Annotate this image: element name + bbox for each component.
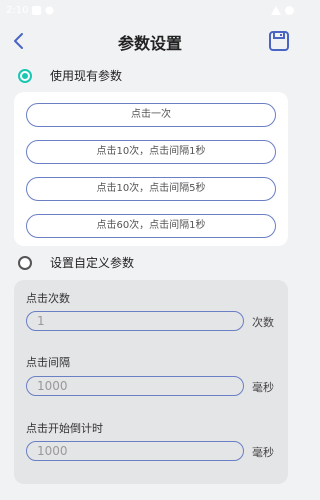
wifi-icon	[271, 5, 281, 15]
preset-button-4[interactable]: 点击60次，点击间隔1秒	[26, 214, 276, 238]
countdown-input[interactable]: 1000	[26, 441, 244, 461]
battery-icon	[285, 5, 294, 15]
click-interval-input[interactable]: 1000	[26, 376, 244, 396]
click-interval-unit: 毫秒	[252, 381, 274, 394]
preset-option[interactable]: 使用现有参数	[18, 67, 122, 84]
custom-radio[interactable]	[18, 255, 32, 270]
status-time: 2:10	[6, 4, 29, 16]
settings-status-icon	[45, 6, 54, 14]
click-count-label: 点击次数	[26, 292, 70, 305]
countdown-unit: 毫秒	[252, 446, 274, 459]
save-button[interactable]	[268, 30, 290, 52]
app-header: 参数设置	[0, 26, 300, 56]
save-icon	[269, 31, 289, 51]
page-title: 参数设置	[117, 34, 182, 53]
custom-option-label: 设置自定义参数	[50, 256, 135, 270]
preset-button-2[interactable]: 点击10次，点击间隔1秒	[26, 140, 276, 164]
preset-option-label: 使用现有参数	[50, 69, 123, 83]
notification-icon	[32, 5, 42, 15]
click-interval-label: 点击间隔	[26, 356, 70, 369]
preset-button-1[interactable]: 点击一次	[26, 103, 276, 127]
status-left: 2:10	[6, 5, 54, 16]
countdown-label: 点击开始倒计时	[26, 422, 103, 435]
preset-radio[interactable]	[18, 68, 32, 83]
click-count-input[interactable]: 1	[26, 311, 244, 331]
status-bar: 2:10	[0, 0, 300, 20]
preset-card: 点击一次 点击10次，点击间隔1秒 点击10次，点击间隔5秒 点击60次，点击间…	[14, 92, 288, 246]
custom-card: 点击次数 1 次数 点击间隔 1000 毫秒 点击开始倒计时 1000 毫秒	[14, 280, 288, 484]
preset-button-3[interactable]: 点击10次，点击间隔5秒	[26, 177, 276, 201]
status-right	[271, 5, 294, 15]
click-count-unit: 次数	[252, 316, 274, 329]
custom-option[interactable]: 设置自定义参数	[18, 254, 134, 271]
